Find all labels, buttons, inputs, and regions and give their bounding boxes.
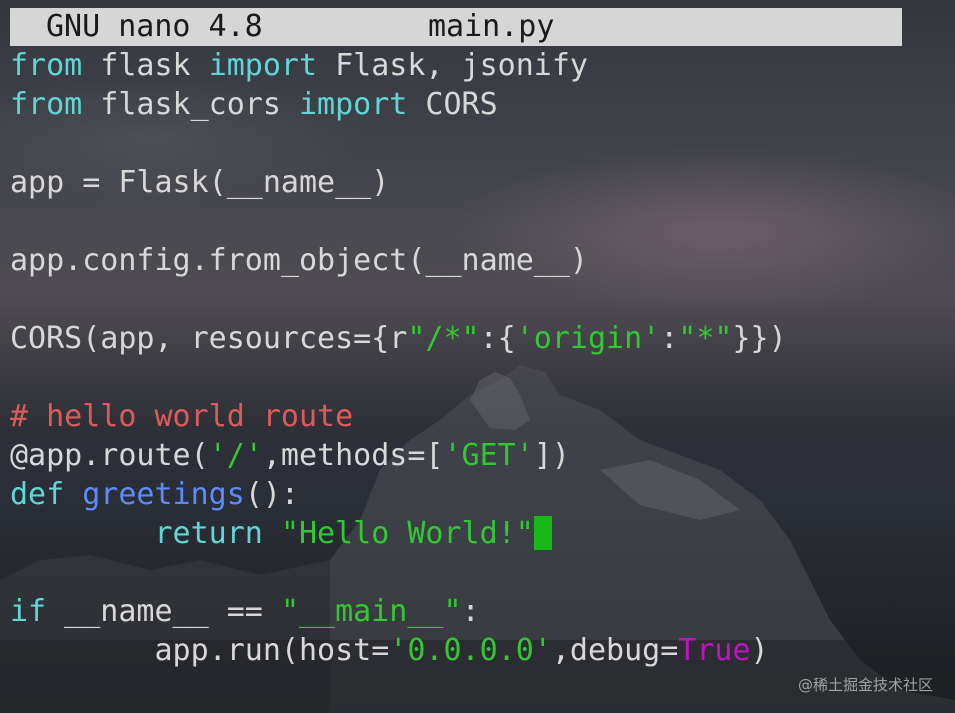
code-token: ) <box>750 633 769 668</box>
code-token: app.run(host= <box>10 633 390 668</box>
code-line: @app.route('/',methods=['GET']) <box>10 436 950 475</box>
code-line: if __name__ == "__main__": <box>10 592 950 631</box>
code-line: return "Hello World!" <box>10 514 950 553</box>
code-token: CORS <box>407 87 498 122</box>
code-token: __name__ == <box>46 594 281 629</box>
code-token: }}) <box>732 321 787 356</box>
code-editor-area[interactable]: from flask import Flask, jsonify from fla… <box>10 46 950 670</box>
code-token: greetings <box>82 477 245 512</box>
code-token: import <box>208 48 318 83</box>
code-token: flask <box>82 48 209 83</box>
code-line: app.config.from_object(__name__) <box>10 241 950 280</box>
code-token: if <box>10 594 47 629</box>
code-token: return <box>154 516 263 551</box>
code-token: 'GET' <box>443 438 534 473</box>
code-token: '0.0.0.0' <box>389 633 552 668</box>
code-token: : <box>461 594 480 629</box>
code-token: "*" <box>678 321 733 356</box>
code-token: import <box>299 87 408 122</box>
code-line: # hello world route <box>10 397 950 436</box>
code-line: from flask_cors import CORS <box>10 85 950 124</box>
code-line: def greetings(): <box>10 475 950 514</box>
code-token: "Hello World!" <box>280 516 534 551</box>
editor-version-label: GNU nano 4.8 <box>46 9 263 44</box>
code-line: from flask import Flask, jsonify <box>10 46 950 85</box>
code-token: 'origin' <box>515 321 661 356</box>
code-line: CORS(app, resources={r"/*":{'origin':"*"… <box>10 319 950 358</box>
code-token: '/' <box>208 438 263 473</box>
code-token: "__main__" <box>280 594 462 629</box>
code-token: :{ <box>479 321 516 356</box>
code-token: flask_cors <box>82 87 299 122</box>
open-filename-label: main.py <box>428 9 555 44</box>
code-line: app = Flask(__name__) <box>10 163 950 202</box>
code-token: True <box>678 633 751 668</box>
text-cursor <box>533 515 552 550</box>
code-token: app = Flask(__name__) <box>10 165 390 200</box>
code-token: CORS(app, resources={r <box>10 321 408 356</box>
code-token: ]) <box>533 438 570 473</box>
code-line: app.run(host='0.0.0.0',debug=True) <box>10 631 950 670</box>
code-token: from <box>10 87 83 122</box>
code-token: app.config.from_object(__name__) <box>10 243 588 278</box>
code-token: : <box>660 321 679 356</box>
code-token: ,debug= <box>551 633 679 668</box>
code-token: (): <box>244 477 299 512</box>
code-token: "/*" <box>407 321 480 356</box>
nano-title-bar: GNU nano 4.8 main.py <box>10 8 902 46</box>
code-token: ,methods=[ <box>262 438 444 473</box>
watermark-text: @稀土掘金技术社区 <box>797 676 933 694</box>
code-token: from <box>10 48 83 83</box>
code-token: # hello world route <box>10 399 354 434</box>
code-token: @app.route( <box>10 438 209 473</box>
code-token: Flask, jsonify <box>317 48 588 83</box>
code-token: def <box>10 477 65 512</box>
